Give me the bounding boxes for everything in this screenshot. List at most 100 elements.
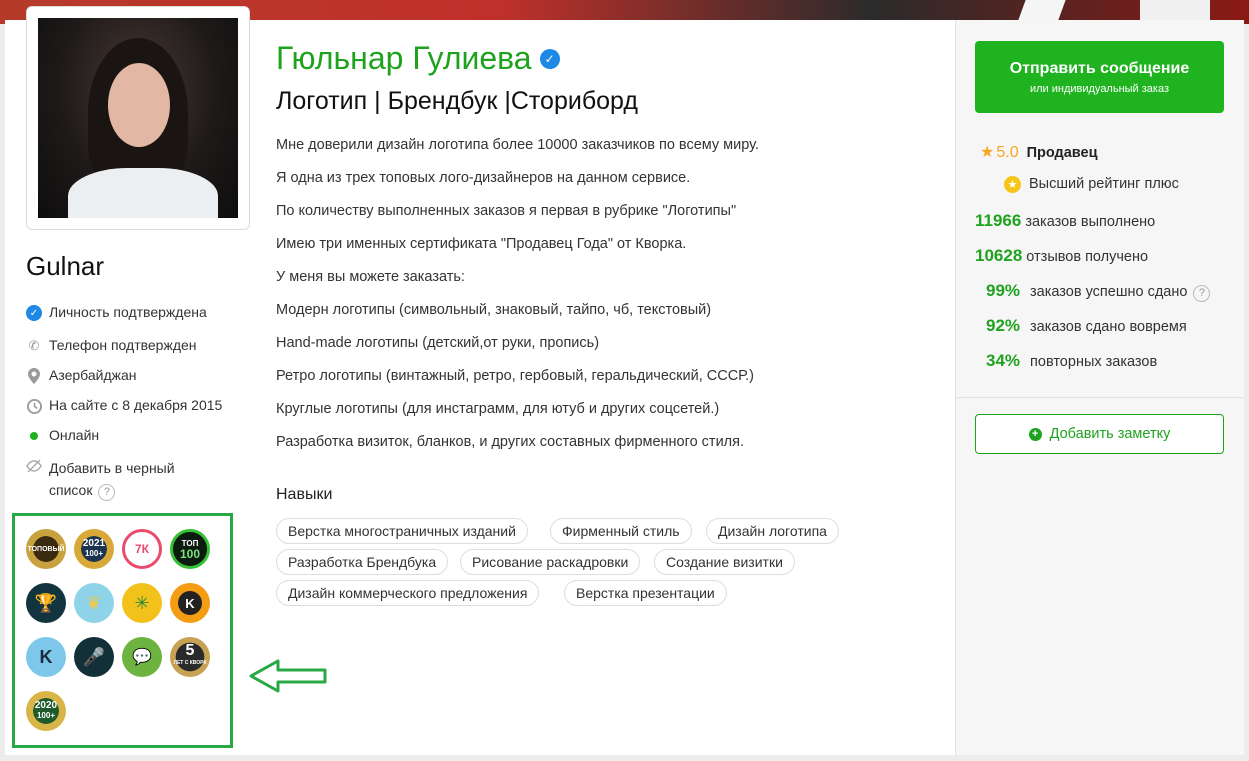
year-2021-badge[interactable]: 2021 100+ <box>74 529 114 569</box>
description-line: Мне доверили дизайн логотипа более 10000… <box>276 137 759 153</box>
microphone-icon: 🎤 <box>82 646 106 667</box>
description-line: У меня вы можете заказать: <box>276 269 465 285</box>
skill-chip[interactable]: Верстка презентации <box>564 580 727 606</box>
reviews-received-row: 10628 отзывов получено <box>975 246 1148 266</box>
phone-verified-label: Телефон подтвержден <box>49 337 197 353</box>
chat-bubbles-icon: 💬 <box>132 649 152 666</box>
skill-chip[interactable]: Верстка многостраничных изданий <box>276 518 528 544</box>
laurel-icon: ❦ <box>86 592 102 613</box>
blacklist-link-line2[interactable]: список <box>49 482 92 498</box>
hidden-eye-icon <box>26 458 42 474</box>
description-line: Модерн логотипы (символьный, знаковый, т… <box>276 302 712 318</box>
microphone-badge[interactable]: 🎤 <box>74 637 114 677</box>
success-rate-value: 99% <box>986 281 1021 300</box>
orders-completed-count: 11966 <box>975 211 1022 230</box>
skill-chip[interactable]: Дизайн логотипа <box>706 518 839 544</box>
add-note-button[interactable]: + Добавить заметку <box>975 414 1224 454</box>
badge-sublabel: 100+ <box>36 711 56 720</box>
badge-sublabel: 100+ <box>84 549 104 558</box>
location-row: Азербайджан <box>26 367 137 384</box>
username: Gulnar <box>26 251 105 281</box>
blacklist-row[interactable]: Добавить в черный список? <box>26 457 175 501</box>
top-rating-row: ★ Высший рейтинг плюс <box>1004 176 1179 193</box>
star-icon: ★ <box>980 144 995 161</box>
orders-completed-label: заказов выполнено <box>1025 214 1156 230</box>
repeat-orders-label: повторных заказов <box>1030 354 1158 370</box>
sparkle-icon: ✳ <box>134 592 150 613</box>
chat-badge[interactable]: 💬 <box>122 637 162 677</box>
trophy-badge[interactable]: 🏆 <box>26 583 66 623</box>
rating-value: 5.0 <box>996 144 1019 161</box>
reviews-received-count: 10628 <box>975 246 1023 265</box>
member-since-row: На сайте с 8 декабря 2015 <box>26 397 222 414</box>
on-time-rate-row: 92% заказов сдано вовремя <box>986 316 1187 336</box>
reviews-received-label: отзывов получено <box>1026 249 1149 265</box>
online-status-label: Онлайн <box>49 427 100 443</box>
kwork-logo-icon: K <box>39 646 53 667</box>
seller-name: Гюльнар Гулиева ✓ <box>276 40 560 77</box>
phone-icon: ✆ <box>28 338 40 353</box>
wreath-badge[interactable]: ❦ <box>74 583 114 623</box>
description-line: Я одна из трех топовых лого-дизайнеров н… <box>276 170 691 186</box>
send-message-label: Отправить сообщение <box>1009 59 1190 77</box>
add-note-label: Добавить заметку <box>1049 426 1171 442</box>
seller-headline: Логотип | Брендбук |Сториборд <box>276 87 638 115</box>
year-2020-badge[interactable]: 2020 100+ <box>26 691 66 731</box>
skill-chip[interactable]: Дизайн коммерческого предложения <box>276 580 540 606</box>
7k-badge[interactable]: 7К <box>122 529 162 569</box>
online-status-row: Онлайн <box>26 427 99 444</box>
description-line: Круглые логотипы (для инстаграмм, для ют… <box>276 401 720 417</box>
banner-decoration <box>1018 0 1066 20</box>
avatar[interactable] <box>38 18 238 218</box>
on-time-rate-value: 92% <box>986 316 1021 335</box>
top-rating-label: Высший рейтинг плюс <box>1029 176 1179 192</box>
description-line: По количеству выполненных заказов я перв… <box>276 203 737 219</box>
top-100-badge[interactable]: ТОП 100 <box>170 529 210 569</box>
phone-verified-row: ✆ Телефон подтвержден <box>26 337 197 354</box>
seller-sidebar <box>955 20 1244 755</box>
plus-circle-icon: + <box>1028 427 1042 441</box>
identity-verified-row: ✓ Личность подтверждена <box>26 304 207 321</box>
skill-chip[interactable]: Разработка Брендбука <box>276 549 449 575</box>
verified-badge-icon: ✓ <box>539 48 560 69</box>
skill-chip[interactable]: Рисование раскадровки <box>460 549 641 575</box>
top-rating-badge-icon: ★ <box>1004 176 1021 193</box>
blacklist-link[interactable]: Добавить в черный <box>49 460 175 476</box>
verified-icon: ✓ <box>26 305 42 321</box>
skills-heading: Навыки <box>276 486 333 503</box>
send-message-button[interactable]: Отправить сообщение или индивидуальный з… <box>975 41 1224 113</box>
five-years-badge[interactable]: 5 ЛЕТ С КВОРК <box>170 637 210 677</box>
seller-rating-row: ★ 5.0 Продавец <box>980 142 1098 162</box>
badge-label: ТОПОВЫЙ <box>27 545 65 553</box>
badge-label: 2021 <box>82 538 106 549</box>
on-time-rate-label: заказов сдано вовремя <box>1030 319 1187 335</box>
badge-sublabel: ЛЕТ С КВОРК <box>173 660 207 666</box>
identity-verified-label: Личность подтверждена <box>49 304 207 320</box>
skill-chip[interactable]: Создание визитки <box>654 549 795 575</box>
kwork-orange-badge[interactable]: K <box>170 583 210 623</box>
clock-icon <box>26 398 42 414</box>
banner-decoration <box>1140 0 1210 20</box>
online-dot-icon <box>26 428 42 444</box>
sidebar-divider <box>955 397 1244 398</box>
success-rate-row: 99% заказов успешно сдано ? <box>986 281 1211 302</box>
repeat-orders-value: 34% <box>986 351 1021 370</box>
help-icon[interactable]: ? <box>1193 284 1211 302</box>
description-line: Hand-made логотипы (детский,от руки, про… <box>276 335 600 351</box>
pointer-arrow-icon <box>249 659 327 693</box>
location-label: Азербайджан <box>49 367 137 383</box>
badge-label: 7К <box>135 542 149 556</box>
kwork-winter-badge[interactable]: K <box>26 637 66 677</box>
top-seller-badge[interactable]: ТОПОВЫЙ <box>26 529 66 569</box>
description-line: Имею три именных сертификата "Продавец Г… <box>276 236 687 252</box>
repeat-orders-row: 34% повторных заказов <box>986 351 1157 371</box>
badge-label: 2020 <box>34 700 58 711</box>
success-rate-label: заказов успешно сдано <box>1030 284 1188 300</box>
skill-chip[interactable]: Фирменный стиль <box>550 518 692 544</box>
description-line: Ретро логотипы (винтажный, ретро, гербов… <box>276 368 754 384</box>
member-since-label: На сайте с 8 декабря 2015 <box>49 397 223 413</box>
fireworks-badge[interactable]: ✳ <box>122 583 162 623</box>
badge-label: 5 <box>185 642 195 659</box>
trophy-icon: 🏆 <box>34 592 58 613</box>
help-icon[interactable]: ? <box>98 483 116 501</box>
